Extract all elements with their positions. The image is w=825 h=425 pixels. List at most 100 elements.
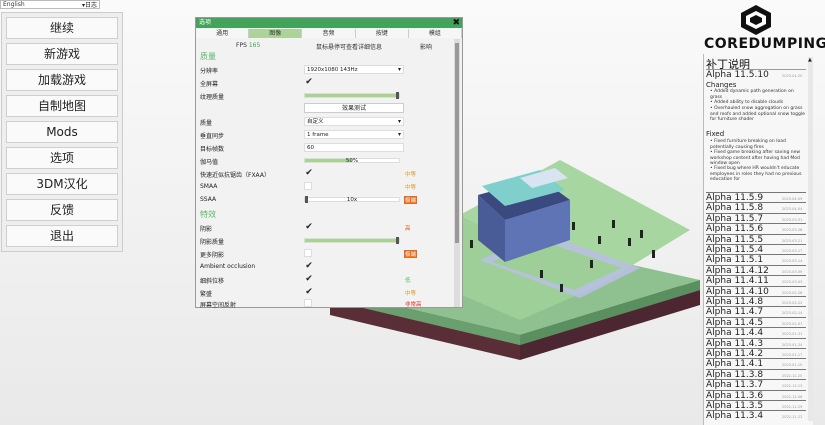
row-fullscreen: 全屏幕 ✔ — [200, 77, 314, 88]
row-fxaa: 快速近似抗锯齿（FXAA） ✔ 中等 — [200, 168, 417, 179]
menu-exit-button[interactable]: 退出 — [6, 225, 118, 247]
version-date: 2022-12-06 — [782, 394, 803, 399]
main-menu: 继续 新游戏 加载游戏 自制地图 Mods 选项 3DM汉化 反馈 退出 — [1, 12, 123, 252]
row-bloom: 繁盛 ✔ 中等 — [200, 287, 417, 298]
section-effects: 特效 — [200, 210, 216, 219]
version-date: 2023-02-28 — [782, 290, 803, 295]
version-date: 2023-03-03 — [782, 280, 803, 285]
scrollbar-thumb[interactable] — [455, 43, 459, 243]
version-date: 2023-03-17 — [782, 249, 803, 253]
row-texture-quality: 纹理质量 — [200, 90, 450, 101]
fixed-note: • Fixed furniture breaking on load poten… — [710, 139, 786, 150]
texture-quality-slider[interactable] — [304, 92, 400, 99]
tab-keys[interactable]: 按键 — [355, 29, 409, 38]
close-icon[interactable]: ✖ — [452, 18, 460, 28]
outline-checkbox[interactable]: ✔ — [304, 274, 314, 284]
quality-dropdown[interactable]: 自定义 ▾ — [304, 117, 404, 126]
chevron-down-icon: ▾ — [397, 131, 401, 138]
version-date: 2023-03-28 — [782, 228, 803, 233]
menu-load-game-button[interactable]: 加载游戏 — [6, 69, 118, 91]
tab-general[interactable]: 通用 — [196, 29, 250, 38]
fxaa-impact: 中等 — [405, 172, 417, 178]
ssaa-slider[interactable]: 10x — [304, 196, 400, 203]
tab-graphics[interactable]: 图像 — [249, 29, 303, 38]
vsync-dropdown[interactable]: 1 frame ▾ — [304, 130, 404, 139]
tab-audio[interactable]: 音频 — [302, 29, 356, 38]
dialog-title: 选项 — [196, 18, 462, 28]
version-date: 2023-01-31 — [782, 332, 803, 337]
smaa-checkbox[interactable] — [304, 182, 312, 190]
version-date: 2022-11-22 — [782, 415, 803, 420]
version-date: 2022-12-13 — [782, 384, 803, 389]
more-shadows-impact: 极端 — [404, 250, 418, 258]
options-dialog: 选项 ✖ 通用 图像 音频 按键 模组 FPS 165 鼠标悬停可查看详细信息 … — [195, 17, 463, 309]
fps-counter: FPS 165 — [236, 42, 261, 49]
latest-version-date: 2023-04-20 — [782, 74, 803, 78]
ambient-occlusion-checkbox[interactable]: ✔ — [304, 261, 314, 271]
version-entry[interactable]: Alpha 11.3.4 — [706, 411, 763, 421]
version-date: 2023-04-09 — [782, 197, 803, 201]
row-target-fps: 目标帧数 60 — [200, 142, 450, 153]
coredumping-logo-text: COREDUMPING — [704, 36, 825, 52]
menu-3dm-localization-button[interactable]: 3DM汉化 — [6, 173, 118, 195]
changes-heading: Changes — [706, 81, 737, 89]
benchmark-button[interactable]: 效果测试 — [304, 103, 404, 113]
language-selector[interactable]: English ▾日志 — [0, 0, 100, 9]
row-ambient-occlusion: Ambient occlusion ✔ — [200, 261, 314, 271]
menu-feedback-button[interactable]: 反馈 — [6, 199, 118, 221]
version-date: 2023-03-14 — [782, 259, 803, 264]
gamma-slider[interactable]: 50% — [304, 158, 400, 164]
bloom-checkbox[interactable]: ✔ — [304, 287, 314, 297]
change-note: • Added dynamic path generation on grass — [710, 89, 794, 100]
coredumping-logo-icon — [741, 5, 771, 35]
gamma-value: 50% — [345, 158, 359, 164]
menu-continue-button[interactable]: 继续 — [6, 17, 118, 39]
chevron-down-icon: ▾ — [397, 118, 401, 125]
version-date: 2023-01-24 — [782, 342, 803, 347]
row-resolution: 分辨率 1920x1080 143Hz ▾ — [200, 64, 450, 75]
hover-hint: 鼠标悬停可查看详细信息 — [316, 44, 383, 51]
row-ssaa: SSAA 10x 极端 — [200, 196, 418, 204]
version-date: 2023-02-07 — [782, 321, 803, 326]
version-date: 2023-04-04 — [782, 207, 803, 212]
ssr-impact: 非常高 — [405, 302, 422, 308]
dialog-scrollbar[interactable] — [454, 39, 460, 307]
ssr-checkbox[interactable] — [304, 299, 312, 307]
scroll-up-icon[interactable]: ▲ — [808, 57, 812, 63]
patch-notes-scrollbar[interactable]: ▲ — [808, 57, 813, 421]
menu-options-button[interactable]: 选项 — [6, 147, 118, 169]
row-ssr: 屏幕空间反射 非常高 — [200, 298, 450, 309]
fxaa-checkbox[interactable]: ✔ — [304, 168, 314, 178]
section-quality: 质量 — [200, 52, 216, 61]
shadow-quality-slider[interactable] — [304, 237, 400, 244]
row-more-shadows: 更多阴影 极端 — [200, 248, 450, 259]
version-date: 2023-01-17 — [782, 353, 803, 357]
row-quality: 质量 自定义 ▾ — [200, 116, 450, 127]
patch-notes-panel: 补丁说明 Alpha 11.5.10 2023-04-20 Changes ▲ … — [703, 54, 813, 425]
row-shadow-quality: 阴影质量 — [200, 235, 450, 246]
more-shadows-checkbox[interactable] — [304, 249, 312, 257]
change-note: • Overhauled snow aggregation on grass a… — [710, 106, 805, 122]
menu-custom-map-button[interactable]: 自制地图 — [6, 95, 118, 117]
language-log-option: ▾日志 — [81, 2, 97, 9]
version-date: 2023-03-21 — [782, 238, 803, 243]
fixed-note: • Fixed game breaking after saving new w… — [710, 150, 801, 166]
ssaa-value: 10x — [346, 197, 358, 203]
ssaa-impact: 极端 — [404, 196, 418, 204]
version-date: 2023-02-14 — [782, 311, 803, 316]
fullscreen-checkbox[interactable]: ✔ — [304, 77, 314, 87]
change-note: • Added ability to disable clouds — [710, 100, 784, 105]
version-date: 2022-11-29 — [782, 405, 803, 409]
menu-new-game-button[interactable]: 新游戏 — [6, 43, 118, 65]
tab-mods[interactable]: 模组 — [408, 29, 463, 38]
menu-mods-button[interactable]: Mods — [6, 121, 118, 143]
language-current: English — [3, 1, 25, 8]
row-outline: 细斜位移 ✔ 低 — [200, 274, 411, 285]
shadows-checkbox[interactable]: ✔ — [304, 222, 314, 232]
resolution-dropdown[interactable]: 1920x1080 143Hz ▾ — [304, 65, 404, 74]
impact-header: 影响 — [420, 44, 433, 51]
row-shadows: 阴影 ✔ 高 — [200, 222, 411, 233]
latest-version-title[interactable]: Alpha 11.5.10 — [706, 70, 769, 80]
target-fps-field[interactable]: 60 — [304, 143, 404, 152]
version-date: 2023-02-22 — [782, 301, 803, 305]
